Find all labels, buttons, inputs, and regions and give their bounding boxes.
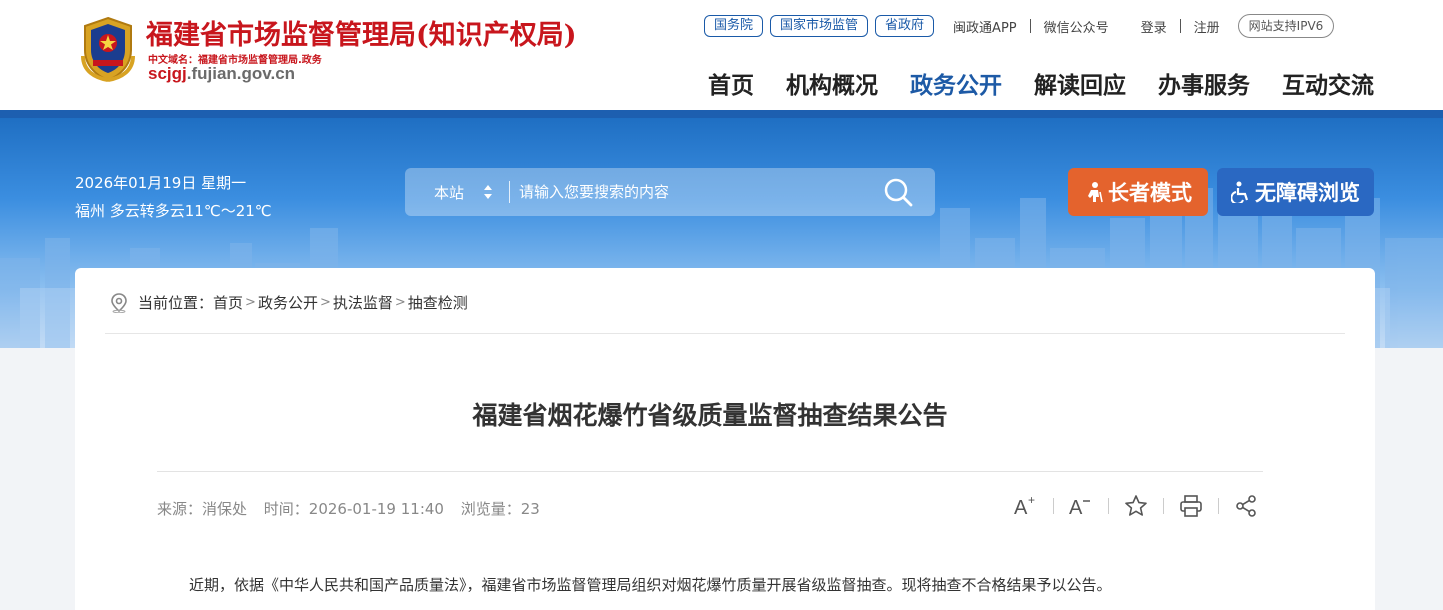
divider	[1053, 498, 1054, 514]
search-scope-select[interactable]: 本站	[434, 182, 464, 203]
nav-interaction[interactable]: 互动交流	[1282, 66, 1374, 100]
elder-icon	[1088, 182, 1103, 203]
breadcrumb-law-enforcement[interactable]: 执法监督	[333, 292, 393, 313]
breadcrumb-inspection[interactable]: 抽查检测	[408, 292, 468, 313]
divider	[1218, 498, 1219, 514]
search-icon[interactable]	[883, 177, 915, 207]
weather-info: 福州 多云转多云11℃～21℃	[75, 202, 272, 220]
nav-services[interactable]: 办事服务	[1158, 66, 1250, 100]
article-views: 浏览量：23	[460, 500, 540, 518]
svg-text:A: A	[1014, 497, 1028, 518]
current-date: 2026年01月19日 星期一	[75, 174, 247, 192]
accessible-browse-button[interactable]: 无障碍浏览	[1217, 168, 1374, 216]
print-icon[interactable]	[1178, 494, 1204, 518]
location-pin-icon	[111, 292, 127, 313]
wheelchair-icon	[1231, 181, 1249, 203]
nav-government-affairs[interactable]: 政务公开	[910, 66, 1002, 100]
nav-interpretation[interactable]: 解读回应	[1034, 66, 1126, 100]
divider	[1108, 498, 1109, 514]
article-title: 福建省烟花爆竹省级质量监督抽查结果公告	[472, 401, 948, 430]
breadcrumb-prefix: 当前位置：	[138, 294, 214, 312]
link-wechat[interactable]: 微信公众号	[1044, 17, 1109, 36]
divider	[105, 333, 1345, 334]
top-links: 国务院 国家市场监管 省政府 闽政通APP 微信公众号 登录 注册 网站支持IP…	[704, 14, 1335, 38]
nav-organization[interactable]: 机构概况	[786, 66, 878, 100]
site-title[interactable]: 福建省市场监督管理局(知识产权局)	[146, 13, 577, 52]
site-url-rest: .fujian.gov.cn	[186, 64, 296, 83]
sort-arrows-icon[interactable]	[483, 184, 493, 200]
article-tools: A + A	[1013, 494, 1259, 518]
breadcrumb-separator: >	[319, 295, 331, 310]
divider	[1163, 498, 1164, 514]
link-provincial-government[interactable]: 省政府	[875, 15, 935, 37]
favorite-star-icon[interactable]	[1123, 494, 1149, 518]
search-input[interactable]	[519, 176, 869, 208]
breadcrumb-home[interactable]: 首页	[213, 292, 243, 313]
divider	[509, 181, 510, 203]
police-emblem-logo[interactable]	[79, 16, 137, 82]
elder-mode-button[interactable]: 长者模式	[1068, 168, 1208, 216]
link-minzhengtong-app[interactable]: 闽政通APP	[953, 17, 1017, 36]
main-nav: 首页 机构概况 政务公开 解读回应 办事服务 互动交流	[676, 66, 1374, 100]
svg-text:+: +	[1028, 494, 1035, 507]
elder-mode-label: 长者模式	[1108, 181, 1192, 205]
search-box: 本站	[405, 168, 935, 216]
link-samr[interactable]: 国家市场监管	[770, 15, 869, 37]
divider	[157, 471, 1263, 472]
font-decrease-icon[interactable]: A	[1068, 494, 1094, 518]
accessible-browse-label: 无障碍浏览	[1255, 181, 1360, 205]
breadcrumb: 当前位置： 首页 > 政务公开 > 执法监督 > 抽查检测	[110, 292, 468, 313]
article-card: 当前位置： 首页 > 政务公开 > 执法监督 > 抽查检测 福建省烟花爆竹省级质…	[75, 268, 1375, 610]
font-increase-icon[interactable]: A +	[1013, 494, 1039, 518]
divider	[1179, 19, 1181, 33]
ipv6-badge: 网站支持IPV6	[1237, 14, 1335, 38]
article-source: 来源：消保处	[157, 500, 248, 518]
divider	[1029, 19, 1031, 33]
header-divider	[0, 110, 1443, 118]
nav-home[interactable]: 首页	[708, 66, 754, 100]
site-url: scjgj.fujian.gov.cn	[148, 64, 295, 84]
share-icon[interactable]	[1233, 494, 1259, 518]
article-meta: 来源：消保处 时间：2026-01-19 11:40 浏览量：23	[157, 498, 552, 519]
breadcrumb-government-affairs[interactable]: 政务公开	[258, 292, 318, 313]
breadcrumb-separator: >	[394, 295, 406, 310]
svg-text:A: A	[1069, 497, 1083, 518]
site-header: 福建省市场监督管理局(知识产权局) 中文域名：福建省市场监督管理局.政务 scj…	[0, 0, 1443, 112]
breadcrumb-separator: >	[245, 295, 256, 310]
login-link[interactable]: 登录	[1141, 17, 1167, 36]
article-paragraph: 近期，依据《中华人民共和国产品质量法》，福建省市场监督管理局组织对烟花爆竹质量开…	[189, 576, 1112, 594]
link-state-council[interactable]: 国务院	[704, 15, 764, 37]
site-url-main: scjgj	[148, 64, 187, 83]
register-link[interactable]: 注册	[1194, 17, 1220, 36]
article-time: 时间：2026-01-19 11:40	[263, 500, 444, 518]
